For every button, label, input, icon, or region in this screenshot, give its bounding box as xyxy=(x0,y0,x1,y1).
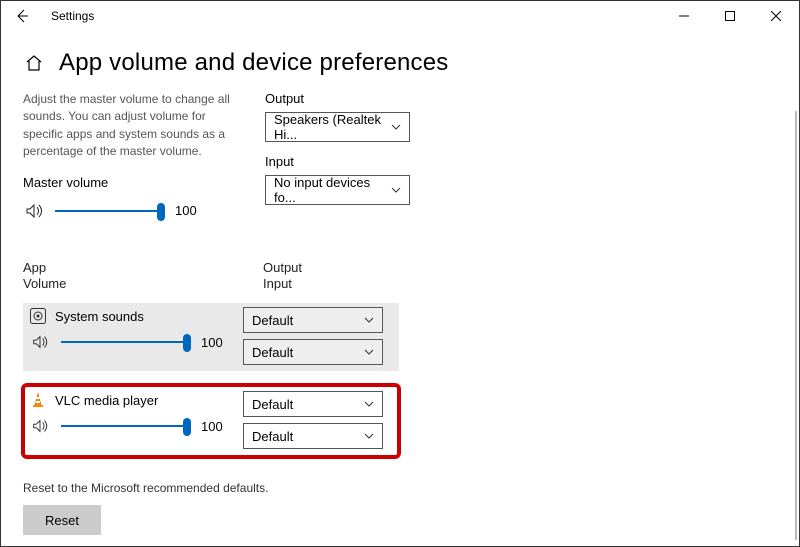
apps-header-volume: Volume xyxy=(23,276,243,293)
app-title-row: VLC media player xyxy=(29,391,243,409)
page-description: Adjust the master volume to change all s… xyxy=(23,91,233,161)
app-output-selected: Default xyxy=(252,313,293,328)
apps-header-output: Output xyxy=(263,260,302,277)
page-header: App volume and device preferences xyxy=(23,49,799,77)
window-controls xyxy=(661,1,799,31)
slider-thumb[interactable] xyxy=(183,418,191,436)
speaker-icon[interactable] xyxy=(29,415,51,437)
app-output-dropdown[interactable]: Default xyxy=(243,307,383,333)
master-volume-label: Master volume xyxy=(23,175,243,190)
app-output-selected: Default xyxy=(252,397,293,412)
chevron-down-icon xyxy=(391,187,401,193)
back-button[interactable] xyxy=(1,1,43,31)
titlebar: Settings xyxy=(1,1,799,31)
master-volume-row: 100 xyxy=(23,200,243,222)
output-dropdown[interactable]: Speakers (Realtek Hi... xyxy=(265,112,410,142)
apps-header-input: Input xyxy=(263,276,302,293)
slider-fill xyxy=(61,425,191,427)
system-sounds-icon xyxy=(29,307,47,325)
app-name: VLC media player xyxy=(55,393,158,408)
chevron-down-icon xyxy=(364,433,374,439)
app-row-vlc: VLC media player 100 xyxy=(23,385,399,457)
slider-fill xyxy=(61,341,191,343)
reset-description: Reset to the Microsoft recommended defau… xyxy=(23,481,799,495)
left-column: Adjust the master volume to change all s… xyxy=(23,91,243,222)
close-icon xyxy=(771,11,781,21)
app-volume-row: 100 xyxy=(29,331,243,353)
master-volume-value: 100 xyxy=(175,203,205,218)
apps-header-left: App Volume xyxy=(23,260,243,294)
app-name: System sounds xyxy=(55,309,144,324)
app-title-row: System sounds xyxy=(29,307,243,325)
app-input-selected: Default xyxy=(252,429,293,444)
app-left: System sounds 100 xyxy=(23,307,243,365)
top-columns: Adjust the master volume to change all s… xyxy=(23,91,799,222)
maximize-button[interactable] xyxy=(707,1,753,31)
minimize-button[interactable] xyxy=(661,1,707,31)
page-title: App volume and device preferences xyxy=(59,49,449,77)
input-selected: No input devices fo... xyxy=(274,175,391,205)
home-icon[interactable] xyxy=(23,52,45,74)
reset-section: Reset to the Microsoft recommended defau… xyxy=(23,481,799,535)
apps-header: App Volume Output Input xyxy=(23,260,399,294)
app-right: Default Default xyxy=(243,391,393,449)
app-volume-slider[interactable] xyxy=(61,416,191,436)
speaker-icon[interactable] xyxy=(29,331,51,353)
app-right: Default Default xyxy=(243,307,393,365)
arrow-left-icon xyxy=(14,8,30,24)
speaker-icon[interactable] xyxy=(23,200,45,222)
slider-thumb[interactable] xyxy=(183,334,191,352)
input-label: Input xyxy=(265,154,445,169)
settings-window: Settings App volume and device preferenc… xyxy=(0,0,800,547)
app-input-selected: Default xyxy=(252,345,293,360)
close-button[interactable] xyxy=(753,1,799,31)
app-output-dropdown[interactable]: Default xyxy=(243,391,383,417)
chevron-down-icon xyxy=(364,317,374,323)
minimize-icon xyxy=(679,11,689,21)
right-column: Output Speakers (Realtek Hi... Input No … xyxy=(265,91,445,222)
output-selected: Speakers (Realtek Hi... xyxy=(274,112,391,142)
input-dropdown[interactable]: No input devices fo... xyxy=(265,175,410,205)
master-volume-slider[interactable] xyxy=(55,201,165,221)
apps-header-app: App xyxy=(23,260,243,277)
apps-section: App Volume Output Input System sounds xyxy=(23,260,399,458)
chevron-down-icon xyxy=(364,401,374,407)
app-volume-slider[interactable] xyxy=(61,332,191,352)
app-input-dropdown[interactable]: Default xyxy=(243,339,383,365)
window-title: Settings xyxy=(43,9,94,23)
vertical-scrollbar[interactable] xyxy=(795,111,797,540)
content-area: App volume and device preferences Adjust… xyxy=(1,31,799,546)
vlc-icon xyxy=(29,391,47,409)
app-volume-row: 100 xyxy=(29,415,243,437)
output-label: Output xyxy=(265,91,445,106)
chevron-down-icon xyxy=(364,349,374,355)
reset-button[interactable]: Reset xyxy=(23,505,101,535)
slider-fill xyxy=(55,210,165,212)
maximize-icon xyxy=(725,11,735,21)
app-volume-value: 100 xyxy=(201,335,231,350)
app-left: VLC media player 100 xyxy=(23,391,243,449)
slider-thumb[interactable] xyxy=(157,203,165,221)
apps-header-right: Output Input xyxy=(263,260,302,294)
app-row-system-sounds: System sounds 100 xyxy=(23,303,399,371)
app-input-dropdown[interactable]: Default xyxy=(243,423,383,449)
app-volume-value: 100 xyxy=(201,419,231,434)
chevron-down-icon xyxy=(391,124,401,130)
